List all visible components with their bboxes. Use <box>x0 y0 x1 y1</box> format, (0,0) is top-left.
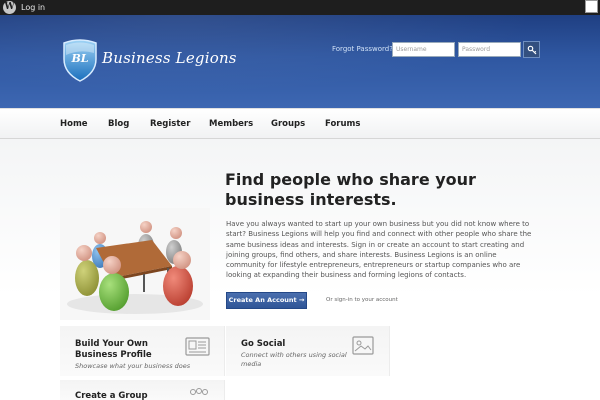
profile-card-icon <box>185 337 210 356</box>
signin-link[interactable]: Or sign-in to your account <box>326 297 398 303</box>
wordpress-icon[interactable]: W <box>3 1 16 14</box>
site-logo[interactable]: BL Business Legions <box>60 39 237 83</box>
admin-bar: W Log in <box>0 0 600 15</box>
nav-item-groups[interactable]: Groups <box>271 119 305 129</box>
feature-description: Showcase what your business does <box>75 362 191 370</box>
site-header: BL Business Legions Forgot Password? Use… <box>0 15 600 108</box>
feature-business-profile: Build Your Own Business Profile Showcase… <box>60 326 225 376</box>
password-field[interactable]: Password <box>458 42 521 57</box>
feature-create-group: Create a Group <box>60 380 225 400</box>
nav-item-forums[interactable]: Forums <box>325 119 360 129</box>
nav-item-home[interactable]: Home <box>60 119 88 129</box>
image-icon <box>352 336 374 355</box>
nav-item-members[interactable]: Members <box>209 119 253 129</box>
login-form: Forgot Password? Username Password <box>330 39 542 61</box>
main-nav: Home Blog Register Members Groups Forums <box>0 108 600 139</box>
login-submit-button[interactable] <box>523 41 540 58</box>
feature-go-social: Go Social Connect with others using soci… <box>226 326 390 376</box>
nav-item-register[interactable]: Register <box>150 119 190 129</box>
admin-search-field[interactable] <box>585 0 598 13</box>
feature-title: Go Social <box>241 339 286 349</box>
meeting-illustration <box>60 208 210 320</box>
nav-item-blog[interactable]: Blog <box>108 119 129 129</box>
login-link[interactable]: Log in <box>21 2 45 13</box>
forgot-password-link[interactable]: Forgot Password? <box>332 45 393 53</box>
logo-text: Business Legions <box>102 49 237 67</box>
create-account-button[interactable]: Create An Account → <box>226 292 307 309</box>
group-icon <box>190 388 208 395</box>
feature-description: Connect with others using social media <box>241 351 347 368</box>
feature-title: Create a Group <box>75 391 148 400</box>
username-field[interactable]: Username <box>392 42 455 57</box>
key-icon <box>527 45 536 55</box>
feature-title: Build Your Own Business Profile <box>75 339 152 360</box>
page-headline: Find people who share your business inte… <box>225 170 476 209</box>
intro-paragraph: Have you always wanted to start up your … <box>226 220 532 280</box>
logo-badge: BL <box>71 52 89 65</box>
